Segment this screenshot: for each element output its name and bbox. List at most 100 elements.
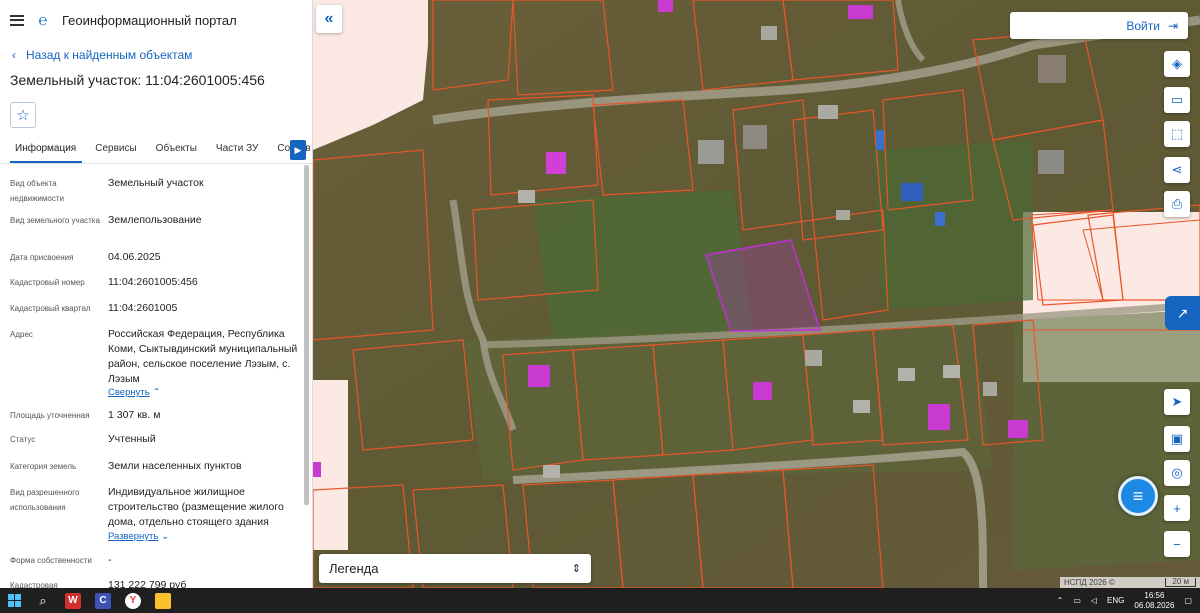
favorite-button[interactable]: ☆ [10,102,36,128]
expand-link[interactable]: Развернуть [108,531,158,542]
measure-button[interactable]: ▭ [1164,87,1190,113]
info-label: Кадастровый номер [10,278,85,287]
info-label: Статус [10,435,36,444]
legend-dropdown[interactable]: Легенда ⇕ [319,554,591,583]
info-value: 131 222 799 руб [108,579,187,588]
windows-start-icon[interactable] [0,588,28,613]
map-view[interactable]: « Войти ⇥ ◈ ▭ ⬚ ⋖ ⎙ ↗ ➤ ▣ ◎ + − ≡ Легенд… [313,0,1200,588]
info-label: Кадастровый квартал [10,304,91,313]
usage-expand-link[interactable]: Развернуть ⌄ [108,529,298,544]
tab-services[interactable]: Сервисы [90,138,142,163]
chat-icon: ≡ [1132,485,1144,506]
info-panel: ℮ Геоинформационный портал ‹ Назад к най… [0,0,313,588]
info-value: 1 307 кв. м [108,409,161,421]
satellite-map [313,0,1200,588]
geolocation-button[interactable]: ◎ [1164,460,1190,486]
info-value: Земли населенных пунктов [108,460,242,472]
address-collapse-link[interactable]: Свернуть ⌃ [108,385,298,400]
chevron-up-icon[interactable]: ⌃ [1057,596,1064,605]
double-chevron-left-icon: « [324,10,334,27]
basemap-button[interactable]: ▣ [1164,426,1190,452]
tab-bar: Информация Сервисы Объекты Части ЗУ Сост… [0,138,312,164]
zoom-out-button[interactable]: − [1164,531,1190,557]
info-value: Индивидуальное жилищное строительство (р… [108,486,284,528]
legend-label: Легенда [329,561,379,576]
info-value: 11:04:2601005 [108,302,178,314]
menu-icon[interactable] [10,14,24,26]
minus-icon: − [1173,536,1181,552]
chevron-right-icon: ▶ [294,144,302,155]
app-title: Геоинформационный портал [62,12,237,28]
side-service-button[interactable]: ↗ [1165,296,1200,330]
search-icon[interactable]: ⌕ [28,588,58,613]
service-icon: ↗ [1176,304,1189,321]
portal-logo-icon: ℮ [38,11,48,29]
layers-button[interactable]: ◈ [1164,51,1190,77]
tab-info[interactable]: Информация [10,138,83,163]
map-attribution: НСПД 2026 © 20 м [1060,577,1200,588]
c-app-icon[interactable]: C [88,588,118,613]
yandex-browser-icon[interactable]: Y [118,588,148,613]
attribution-text: НСПД 2026 © [1064,578,1115,587]
clock-date: 06.08.2026 [1134,600,1175,610]
network-icon[interactable]: ▭ [1073,596,1081,605]
info-value: 04.06.2025 [108,251,161,263]
notifications-icon[interactable]: ▢ [1184,596,1192,605]
star-icon: ☆ [16,107,30,124]
clock-time: 16:56 [1144,590,1165,600]
login-label: Войти [1126,18,1160,33]
object-title: Земельный участок: 11:04:2601005:456 [10,72,265,88]
ruler-icon: ▭ [1170,92,1184,107]
share-button[interactable]: ⋖ [1164,157,1190,183]
tabs-next-button[interactable]: ▶ [290,140,306,160]
system-tray: ⌃ ▭ ◁ ENG 16:56 06.08.2026 ▢ [1057,588,1192,613]
back-link-label: Назад к найденным объектам [26,48,193,62]
clock[interactable]: 16:56 06.08.2026 [1134,591,1174,611]
app: ℮ Геоинформационный портал ‹ Назад к най… [0,0,1200,588]
chevron-down-icon: ⌄ [161,531,170,542]
printer-icon: ⎙ [1171,196,1183,211]
select-area-button[interactable]: ⬚ [1164,121,1190,147]
navigation-arrow-icon: ➤ [1171,394,1183,409]
select-area-icon: ⬚ [1170,126,1184,141]
office-app-icon[interactable]: W [58,588,88,613]
locate-button[interactable]: ➤ [1164,389,1190,415]
tab-objects[interactable]: Объекты [151,138,203,163]
info-label: Адрес [10,330,33,339]
info-label: Вид объекта недвижимости [10,179,64,203]
top-bar: ℮ Геоинформационный портал [0,0,312,40]
info-value: Российская Федерация, Республика Коми, С… [108,328,298,385]
info-label: Категория земель [10,462,77,471]
picture-in-picture-icon: ▣ [1170,431,1184,446]
collapse-link[interactable]: Свернуть [108,387,150,398]
chevron-up-down-icon: ⇕ [571,563,581,575]
info-label: Дата присвоения [10,253,74,262]
lang-indicator[interactable]: ENG [1107,596,1124,605]
login-icon: ⇥ [1167,18,1178,33]
file-explorer-icon[interactable] [148,588,178,613]
chevron-left-icon: ‹ [12,48,16,62]
tab-parts[interactable]: Части ЗУ [211,138,264,163]
info-value: Земельный участок [108,177,204,189]
chevron-up-icon: ⌃ [152,387,161,398]
info-value: Учтенный [108,433,156,445]
info-label: Площадь уточненная [10,411,90,420]
back-link[interactable]: ‹ Назад к найденным объектам [12,48,312,62]
info-label: Кадастровая [10,581,58,588]
info-label: Форма собственности [10,556,92,565]
info-label: Вид земельного участка [10,216,100,225]
panel-scrollbar[interactable] [304,165,309,505]
layers-icon: ◈ [1172,56,1182,71]
collapse-panel-button[interactable]: « [316,5,342,33]
info-value: - [108,554,112,566]
chat-button[interactable]: ≡ [1118,476,1158,516]
print-button[interactable]: ⎙ [1164,191,1190,217]
info-value: 11:04:2601005:456 [108,276,198,288]
login-button[interactable]: Войти ⇥ [1010,12,1188,39]
info-label: Вид разрешенного использования [10,488,80,512]
zoom-in-button[interactable]: + [1164,495,1190,521]
share-icon: ⋖ [1171,162,1183,177]
volume-icon[interactable]: ◁ [1091,596,1097,605]
map-green-zone [873,140,1033,310]
info-value: Землепользование [108,214,202,226]
